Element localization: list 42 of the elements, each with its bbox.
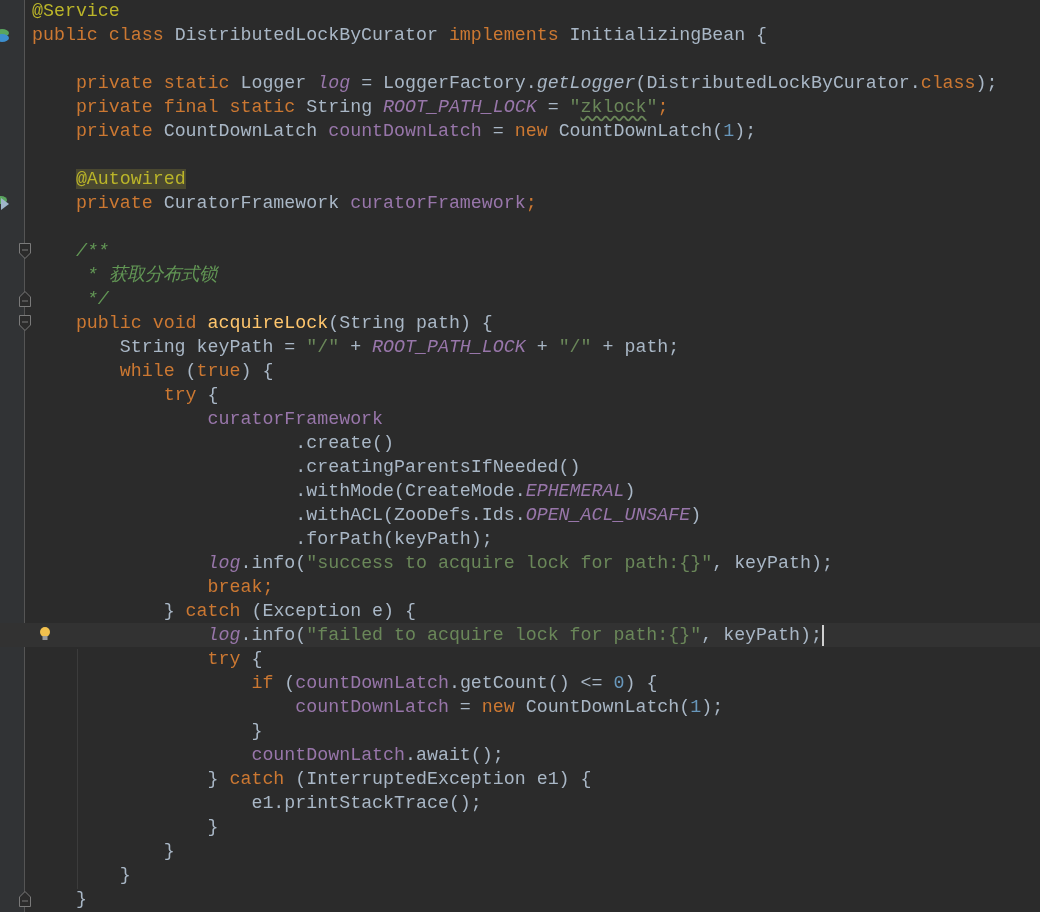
code-line: } catch (Exception e) { bbox=[163, 601, 416, 621]
lightbulb-icon[interactable] bbox=[39, 626, 51, 642]
bean-icon[interactable] bbox=[0, 27, 10, 43]
code-line: log.info("failed to acquire lock for path:{}", keyPath); bbox=[207, 625, 822, 645]
code-line: } bbox=[207, 817, 219, 837]
code-line: } bbox=[75, 889, 87, 909]
fold-icon[interactable] bbox=[19, 315, 31, 331]
code-line: e1.printStackTrace(); bbox=[251, 793, 482, 813]
code-line: public class DistributedLockByCurator implements InitializingBean { bbox=[32, 25, 768, 45]
code-line: */ bbox=[86, 289, 109, 309]
code-line: } bbox=[251, 721, 263, 741]
code-line: if (countDownLatch.getCount() <= 0) { bbox=[251, 673, 658, 693]
code-line: log.info("success to acquire lock for path:{}", keyPath); bbox=[207, 553, 833, 573]
code-line: while (true) { bbox=[119, 361, 274, 381]
fold-icon[interactable] bbox=[19, 243, 31, 259]
code-line: String keyPath = "/" + ROOT_PATH_LOCK + "/" + path; bbox=[119, 337, 680, 357]
code-line: private final static String ROOT_PATH_LOCK = "zklock"; bbox=[75, 97, 669, 117]
code-line: countDownLatch = new CountDownLatch(1); bbox=[295, 697, 724, 717]
code-line: } catch (InterruptedException e1) { bbox=[207, 769, 592, 789]
code-line: .create() bbox=[295, 433, 395, 453]
code-line: * 获取分布式锁 bbox=[86, 265, 217, 285]
code-line: break; bbox=[207, 577, 274, 597]
code-line: } bbox=[163, 841, 175, 861]
code-line: private static Logger log = LoggerFactory.getLogger(DistributedLockByCurator.class); bbox=[75, 73, 998, 93]
code-line: /** bbox=[75, 241, 109, 261]
code-line: } bbox=[119, 865, 131, 885]
code-line: try { bbox=[207, 649, 263, 669]
code-line: .creatingParentsIfNeeded() bbox=[295, 457, 581, 477]
code-line: private CountDownLatch countDownLatch = new CountDownLatch(1); bbox=[75, 121, 757, 141]
text-cursor bbox=[821, 624, 824, 646]
code-line: .withACL(ZooDefs.Ids.OPEN_ACL_UNSAFE) bbox=[295, 505, 702, 525]
code-line: public void acquireLock(String path) { bbox=[75, 313, 493, 333]
code-line: try { bbox=[163, 385, 219, 405]
fold-icon[interactable] bbox=[19, 291, 31, 307]
bean-arrow-icon[interactable] bbox=[0, 194, 10, 212]
code-line: private CuratorFramework curatorFramework; bbox=[75, 193, 537, 213]
fold-icon[interactable] bbox=[19, 891, 31, 907]
code-line: .withMode(CreateMode.EPHEMERAL) bbox=[295, 481, 636, 501]
code-line: countDownLatch.await(); bbox=[251, 745, 504, 765]
code-line: .forPath(keyPath); bbox=[295, 529, 493, 549]
code-line: @Service bbox=[32, 1, 120, 21]
code-line: curatorFramework bbox=[207, 409, 384, 429]
